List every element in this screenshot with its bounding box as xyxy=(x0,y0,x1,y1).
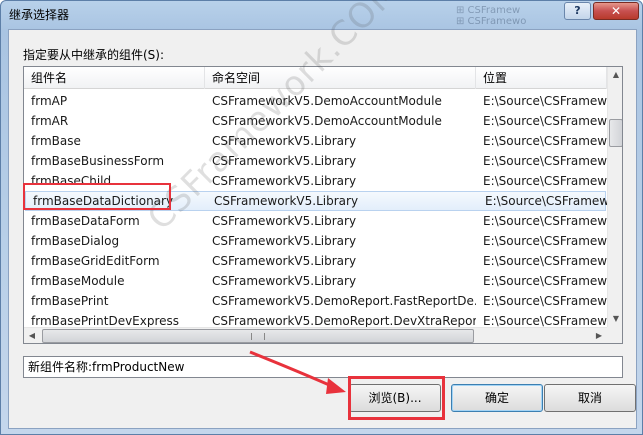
component-name-cell: frmBase xyxy=(31,134,81,148)
list-row[interactable]: frmBaseGridEditForm CSFrameworkV5.Library… xyxy=(24,251,607,271)
vertical-scrollbar[interactable]: ▲ ▼ xyxy=(607,67,622,327)
ok-button[interactable]: 确定 xyxy=(451,384,543,412)
scroll-up-icon[interactable]: ▲ xyxy=(608,67,622,83)
location-cell: E:\Source\CSFramewo xyxy=(483,94,607,108)
list-prompt-label: 指定要从中继承的组件(S): xyxy=(23,48,165,62)
list-row[interactable]: frmBasePrint CSFrameworkV5.DemoReport.Fas… xyxy=(24,291,607,311)
list-rows: frmAP CSFrameworkV5.DemoAccountModule E:\S… xyxy=(24,91,609,331)
horizontal-scrollbar[interactable]: ◀ ▶ xyxy=(24,327,607,343)
location-cell: E:\Source\CSFramewo xyxy=(483,174,607,188)
highlight-box-browse-button xyxy=(348,376,445,420)
location-cell: E:\Source\CSFramewo xyxy=(483,154,607,168)
location-cell: E:\Source\CSFramewo xyxy=(485,194,609,208)
location-cell: E:\Source\CSFramewo xyxy=(483,254,607,268)
horizontal-scroll-thumb[interactable] xyxy=(42,329,474,343)
new-component-name-field: 新组件名称:frmProductNew xyxy=(23,356,623,378)
component-name-cell: frmBaseModule xyxy=(31,274,125,288)
column-header-namespace[interactable]: 命名空间 xyxy=(205,67,476,89)
highlight-box-selected-row xyxy=(23,183,171,210)
list-row[interactable]: frmBase CSFrameworkV5.Library E:\Source\CS… xyxy=(24,131,607,151)
namespace-cell: CSFrameworkV5.Library xyxy=(214,194,359,208)
grip-icon xyxy=(251,333,265,340)
dialog-client-area: 指定要从中继承的组件(S): 组件名 命名空间 位置 frmAP CSFramew… xyxy=(8,29,637,429)
component-name-cell: frmAR xyxy=(31,114,69,128)
help-button[interactable]: ? xyxy=(564,2,591,20)
namespace-cell: CSFrameworkV5.Library xyxy=(212,174,357,188)
list-row[interactable]: frmAR CSFrameworkV5.DemoAccountModule E:\S… xyxy=(24,111,607,131)
list-row[interactable]: frmBaseModule CSFrameworkV5.Library E:\Sou… xyxy=(24,271,607,291)
location-cell: E:\Source\CSFramewo xyxy=(483,214,607,228)
background-tree-line: ⊞ CSFramewo xyxy=(456,16,527,27)
list-row[interactable]: frmBaseDialog CSFrameworkV5.Library E:\Sou… xyxy=(24,231,607,251)
component-name-cell: frmBaseDialog xyxy=(31,234,120,248)
namespace-cell: CSFrameworkV5.Library xyxy=(212,234,357,248)
title-bar[interactable]: 继承选择器 ⊞ CSFramew ⊞ CSFramewo ? ✕ xyxy=(1,1,642,29)
location-cell: E:\Source\CSFramewo xyxy=(483,274,607,288)
list-row[interactable]: frmBaseBusinessForm CSFrameworkV5.Library… xyxy=(24,151,607,171)
background-tree: ⊞ CSFramew ⊞ CSFramewo xyxy=(456,5,576,27)
location-cell: E:\Source\CSFramewo xyxy=(483,294,607,308)
vertical-scroll-thumb[interactable] xyxy=(609,119,622,147)
component-name-cell: frmBaseBusinessForm xyxy=(31,154,165,168)
column-header-name[interactable]: 组件名 xyxy=(24,67,205,89)
scroll-right-icon[interactable]: ▶ xyxy=(591,328,607,343)
namespace-cell: CSFrameworkV5.Library xyxy=(212,274,357,288)
scrollbar-corner xyxy=(607,327,622,343)
list-row[interactable]: frmAP CSFrameworkV5.DemoAccountModule E:\S… xyxy=(24,91,607,111)
close-button[interactable]: ✕ xyxy=(593,2,639,20)
scroll-down-icon[interactable]: ▼ xyxy=(608,311,622,327)
namespace-cell: CSFrameworkV5.Library xyxy=(212,254,357,268)
background-tree-line: ⊞ CSFramew xyxy=(456,5,521,16)
scroll-left-icon[interactable]: ◀ xyxy=(24,328,40,343)
component-name-cell: frmBaseGridEditForm xyxy=(31,254,160,268)
column-header-location[interactable]: 位置 xyxy=(476,67,607,89)
list-row[interactable]: frmBaseDataForm CSFrameworkV5.Library E:\S… xyxy=(24,211,607,231)
location-cell: E:\Source\CSFramewo xyxy=(483,114,607,128)
window-title: 继承选择器 xyxy=(9,8,70,22)
namespace-cell: CSFrameworkV5.DemoReport.FastReportDe... xyxy=(212,294,476,308)
cancel-button[interactable]: 取消 xyxy=(544,384,636,412)
location-cell: E:\Source\CSFramewo xyxy=(483,234,607,248)
component-name-cell: frmAP xyxy=(31,94,68,108)
component-name-cell: frmBasePrint xyxy=(31,294,109,308)
location-cell: E:\Source\CSFramewo xyxy=(483,134,607,148)
namespace-cell: CSFrameworkV5.Library xyxy=(212,214,357,228)
